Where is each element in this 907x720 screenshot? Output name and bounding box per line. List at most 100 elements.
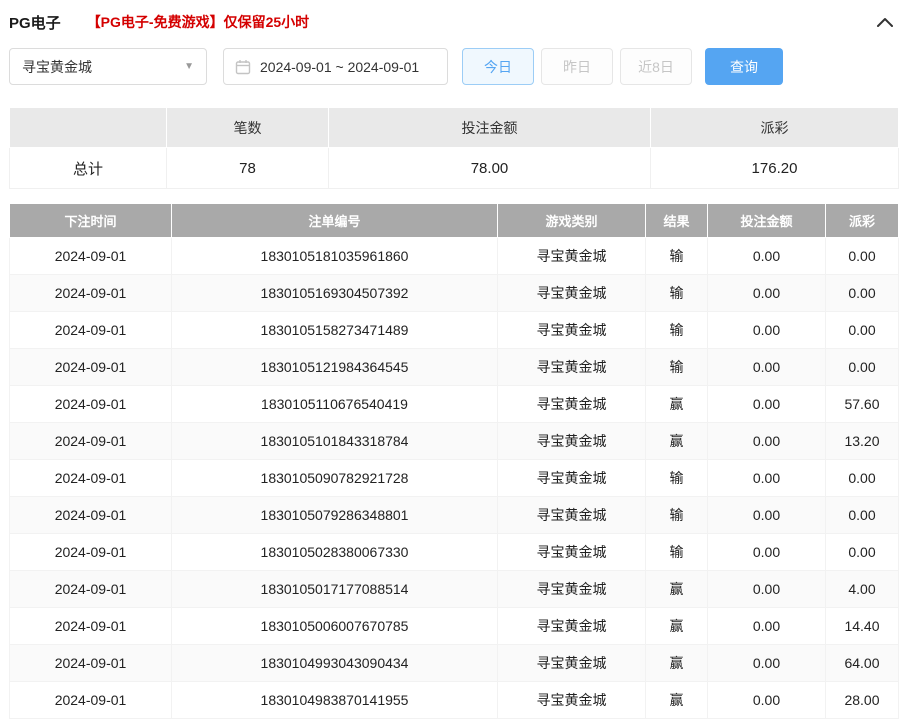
cell-result: 输	[646, 349, 708, 386]
cell-game-type: 寻宝黄金城	[498, 571, 646, 608]
today-button[interactable]: 今日	[462, 48, 534, 85]
cell-bet-date: 2024-09-01	[10, 238, 172, 275]
table-row: 2024-09-011830105090782921728寻宝黄金城输0.000…	[10, 460, 899, 497]
table-row: 2024-09-011830105006007670785寻宝黄金城赢0.001…	[10, 608, 899, 645]
cell-bet-amount: 0.00	[708, 460, 826, 497]
cell-order-id: 1830105158273471489	[172, 312, 498, 349]
cell-bet-amount: 0.00	[708, 275, 826, 312]
chevron-up-icon	[876, 16, 894, 28]
cell-bet-date: 2024-09-01	[10, 460, 172, 497]
cell-payout: 0.00	[826, 497, 899, 534]
cell-game-type: 寻宝黄金城	[498, 682, 646, 719]
bet-table-header-row: 下注时间 注单编号 游戏类别 结果 投注金额 派彩	[10, 204, 899, 238]
provider-title: PG电子	[9, 12, 61, 33]
cell-order-id: 1830105181035961860	[172, 238, 498, 275]
collapse-panel-button[interactable]	[872, 12, 898, 32]
chevron-down-icon: ▼	[184, 62, 194, 72]
summary-header-bet-amount: 投注金额	[329, 108, 651, 148]
cell-payout: 0.00	[826, 312, 899, 349]
cell-result: 输	[646, 275, 708, 312]
cell-bet-amount: 0.00	[708, 645, 826, 682]
cell-bet-date: 2024-09-01	[10, 386, 172, 423]
cell-order-id: 1830105101843318784	[172, 423, 498, 460]
cell-bet-date: 2024-09-01	[10, 349, 172, 386]
col-header-bet-amount: 投注金额	[708, 204, 826, 238]
cell-bet-amount: 0.00	[708, 423, 826, 460]
cell-order-id: 1830105121984364545	[172, 349, 498, 386]
cell-payout: 0.00	[826, 238, 899, 275]
cell-result: 赢	[646, 608, 708, 645]
bet-table-body: 2024-09-011830105181035961860寻宝黄金城输0.000…	[10, 238, 899, 719]
date-range-input[interactable]: 2024-09-01 ~ 2024-09-01	[223, 48, 448, 85]
cell-game-type: 寻宝黄金城	[498, 460, 646, 497]
quick-date-buttons: 今日 昨日 近8日	[462, 48, 692, 85]
cell-game-type: 寻宝黄金城	[498, 238, 646, 275]
cell-order-id: 1830105017177088514	[172, 571, 498, 608]
cell-bet-amount: 0.00	[708, 386, 826, 423]
cell-result: 赢	[646, 571, 708, 608]
cell-bet-date: 2024-09-01	[10, 275, 172, 312]
filter-bar: 寻宝黄金城 ▼ 2024-09-01 ~ 2024-09-01 今日 昨日 近8…	[9, 48, 898, 85]
cell-bet-amount: 0.00	[708, 534, 826, 571]
date-range-value: 2024-09-01 ~ 2024-09-01	[260, 59, 419, 75]
yesterday-button[interactable]: 昨日	[541, 48, 613, 85]
game-select[interactable]: 寻宝黄金城 ▼	[9, 48, 207, 85]
cell-bet-date: 2024-09-01	[10, 312, 172, 349]
summary-total-bet-amount: 78.00	[329, 148, 651, 189]
cell-payout: 0.00	[826, 275, 899, 312]
summary-total-payout: 176.20	[651, 148, 899, 189]
report-panel: PG电子 【PG电子-免费游戏】仅保留25小时 寻宝黄金城 ▼	[0, 0, 907, 719]
table-row: 2024-09-011830105169304507392寻宝黄金城输0.000…	[10, 275, 899, 312]
cell-bet-date: 2024-09-01	[10, 497, 172, 534]
col-header-game-type: 游戏类别	[498, 204, 646, 238]
cell-bet-amount: 0.00	[708, 571, 826, 608]
cell-bet-date: 2024-09-01	[10, 571, 172, 608]
cell-result: 输	[646, 497, 708, 534]
cell-bet-date: 2024-09-01	[10, 423, 172, 460]
cell-order-id: 1830105028380067330	[172, 534, 498, 571]
col-header-result: 结果	[646, 204, 708, 238]
cell-payout: 57.60	[826, 386, 899, 423]
cell-bet-date: 2024-09-01	[10, 534, 172, 571]
search-button[interactable]: 查询	[705, 48, 783, 85]
cell-result: 输	[646, 460, 708, 497]
table-row: 2024-09-011830105101843318784寻宝黄金城赢0.001…	[10, 423, 899, 460]
cell-game-type: 寻宝黄金城	[498, 312, 646, 349]
cell-game-type: 寻宝黄金城	[498, 386, 646, 423]
cell-bet-amount: 0.00	[708, 608, 826, 645]
cell-result: 赢	[646, 386, 708, 423]
cell-order-id: 1830105090782921728	[172, 460, 498, 497]
cell-order-id: 1830104993043090434	[172, 645, 498, 682]
promo-notice: 【PG电子-免费游戏】仅保留25小时	[87, 12, 309, 32]
cell-result: 赢	[646, 645, 708, 682]
cell-payout: 0.00	[826, 534, 899, 571]
cell-order-id: 1830105006007670785	[172, 608, 498, 645]
cell-game-type: 寻宝黄金城	[498, 608, 646, 645]
cell-order-id: 1830104983870141955	[172, 682, 498, 719]
table-row: 2024-09-011830105121984364545寻宝黄金城输0.000…	[10, 349, 899, 386]
cell-bet-amount: 0.00	[708, 682, 826, 719]
cell-result: 赢	[646, 423, 708, 460]
col-header-order-id: 注单编号	[172, 204, 498, 238]
table-row: 2024-09-011830105079286348801寻宝黄金城输0.000…	[10, 497, 899, 534]
cell-payout: 64.00	[826, 645, 899, 682]
cell-bet-amount: 0.00	[708, 312, 826, 349]
cell-result: 输	[646, 312, 708, 349]
cell-payout: 4.00	[826, 571, 899, 608]
table-row: 2024-09-011830105017177088514寻宝黄金城赢0.004…	[10, 571, 899, 608]
cell-payout: 13.20	[826, 423, 899, 460]
game-select-value: 寻宝黄金城	[22, 57, 92, 77]
summary-total-count: 78	[167, 148, 329, 189]
last-8-days-button[interactable]: 近8日	[620, 48, 692, 85]
cell-game-type: 寻宝黄金城	[498, 423, 646, 460]
cell-bet-amount: 0.00	[708, 497, 826, 534]
col-header-payout: 派彩	[826, 204, 899, 238]
cell-bet-date: 2024-09-01	[10, 608, 172, 645]
cell-bet-amount: 0.00	[708, 349, 826, 386]
summary-header-payout: 派彩	[651, 108, 899, 148]
summary-table: 笔数 投注金额 派彩 总计 78 78.00 176.20	[9, 107, 899, 189]
panel-header: PG电子 【PG电子-免费游戏】仅保留25小时	[9, 0, 898, 44]
cell-bet-amount: 0.00	[708, 238, 826, 275]
cell-game-type: 寻宝黄金城	[498, 275, 646, 312]
bet-records-table: 下注时间 注单编号 游戏类别 结果 投注金额 派彩 2024-09-011830…	[9, 203, 899, 719]
